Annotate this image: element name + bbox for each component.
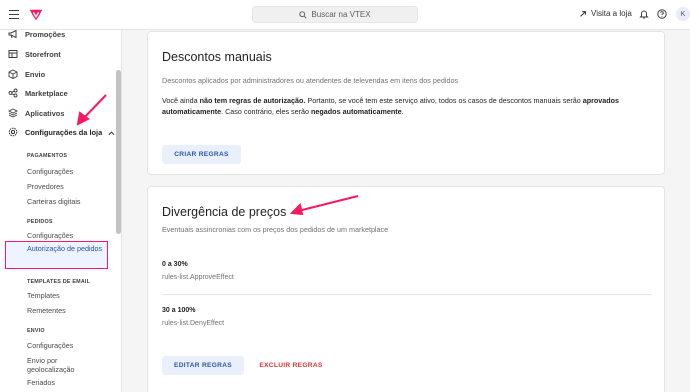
create-rules-button[interactable]: CRIAR REGRAS — [162, 145, 241, 164]
storefront-icon — [8, 50, 18, 58]
visit-store-link[interactable]: Visita a loja — [579, 9, 632, 18]
card-subtitle: Eventuais assincronias com os preços dos… — [162, 225, 389, 234]
section-header-pedidos: PEDIDOS — [27, 219, 53, 225]
box-icon — [8, 69, 18, 79]
manual-discounts-card: Descontos manuais Descontos aplicados po… — [147, 31, 665, 175]
section-header-envio: ENVIO — [27, 328, 45, 334]
price-divergence-card: Divergência de preços Eventuais assincro… — [147, 186, 665, 392]
search-placeholder: Buscar na VTEX — [311, 10, 371, 19]
help-icon[interactable] — [657, 9, 667, 19]
divider — [162, 294, 652, 295]
sidebar-scrollbar[interactable] — [116, 70, 121, 234]
top-bar: Buscar na VTEX Visita a loja K — [0, 0, 690, 30]
sidebar-item-label: Envio — [25, 69, 46, 79]
card-title: Descontos manuais — [162, 50, 272, 64]
delete-rules-button[interactable]: EXCLUIR REGRAS — [254, 356, 328, 375]
chevron-up-icon[interactable] — [108, 130, 115, 136]
section-header-pagamentos: PAGAMENTOS — [27, 153, 68, 159]
search-icon — [299, 10, 307, 19]
sidebar-item-configuracoes-loja[interactable]: Configurações da loja — [8, 125, 102, 139]
rule-effect: rules-list.DenyEffect — [162, 320, 225, 327]
vtex-logo[interactable] — [29, 8, 43, 22]
sidebar-subitem-provedores[interactable]: Provedores — [27, 182, 64, 191]
megaphone-icon — [8, 30, 17, 39]
visit-store-label: Visita a loja — [591, 9, 632, 18]
sidebar-item-label: Storefront — [25, 49, 61, 59]
sidebar-item-label: Promoções — [25, 30, 66, 39]
sidebar: Promoções Storefront Envio Marketplace A… — [0, 30, 122, 392]
sidebar-item-aplicativos[interactable]: Aplicativos — [8, 106, 64, 120]
menu-icon[interactable] — [9, 10, 19, 20]
gear-icon — [8, 127, 18, 137]
sidebar-subitem-carteiras-digitais[interactable]: Carteiras digitais — [27, 197, 81, 206]
card-title: Divergência de preços — [162, 205, 287, 219]
sidebar-subitem-templates[interactable]: Templates — [27, 291, 60, 300]
sidebar-item-storefront[interactable]: Storefront — [8, 47, 61, 61]
card-description: Você ainda não tem regras de autorização… — [162, 96, 620, 116]
marketplace-icon — [8, 88, 18, 98]
card-subtitle: Descontos aplicados por administradores … — [162, 76, 459, 85]
rule-range: 30 a 100% — [162, 307, 196, 314]
sidebar-item-label: Marketplace — [25, 88, 68, 98]
rule-effect: rules-list.ApproveEffect — [162, 274, 234, 281]
edit-rules-button[interactable]: EDITAR REGRAS — [162, 356, 244, 375]
sidebar-subitem-pedidos-configuracoes[interactable]: Configurações — [27, 231, 73, 240]
sidebar-item-label: Configurações da loja — [25, 127, 103, 137]
sidebar-subitem-feriados[interactable]: Feriados — [27, 378, 55, 387]
search-input[interactable]: Buscar na VTEX — [252, 6, 418, 23]
sidebar-subitem-remetentes[interactable]: Remetentes — [27, 306, 66, 315]
section-header-templates-email: TEMPLATES DE EMAIL — [27, 279, 91, 285]
sidebar-item-envio[interactable]: Envio — [8, 67, 45, 81]
sidebar-subitem-autorizacao-pedidos[interactable]: Autorização de pedidos — [27, 244, 107, 253]
sidebar-item-promocoes[interactable]: Promoções — [8, 30, 65, 41]
rule-range: 0 a 30% — [162, 261, 188, 268]
sidebar-item-label: Aplicativos — [25, 108, 65, 118]
avatar[interactable]: K — [676, 7, 690, 21]
sidebar-subitem-envio-geolocalizacao[interactable]: Envio por geolocalização — [27, 356, 97, 374]
bell-icon[interactable] — [639, 9, 649, 19]
sidebar-subitem-envio-configuracoes[interactable]: Configurações — [27, 341, 73, 350]
sidebar-subitem-pagamentos-configuracoes[interactable]: Configurações — [27, 167, 73, 176]
sidebar-item-marketplace[interactable]: Marketplace — [8, 86, 68, 100]
apps-icon — [8, 108, 18, 118]
external-link-icon — [580, 10, 586, 17]
